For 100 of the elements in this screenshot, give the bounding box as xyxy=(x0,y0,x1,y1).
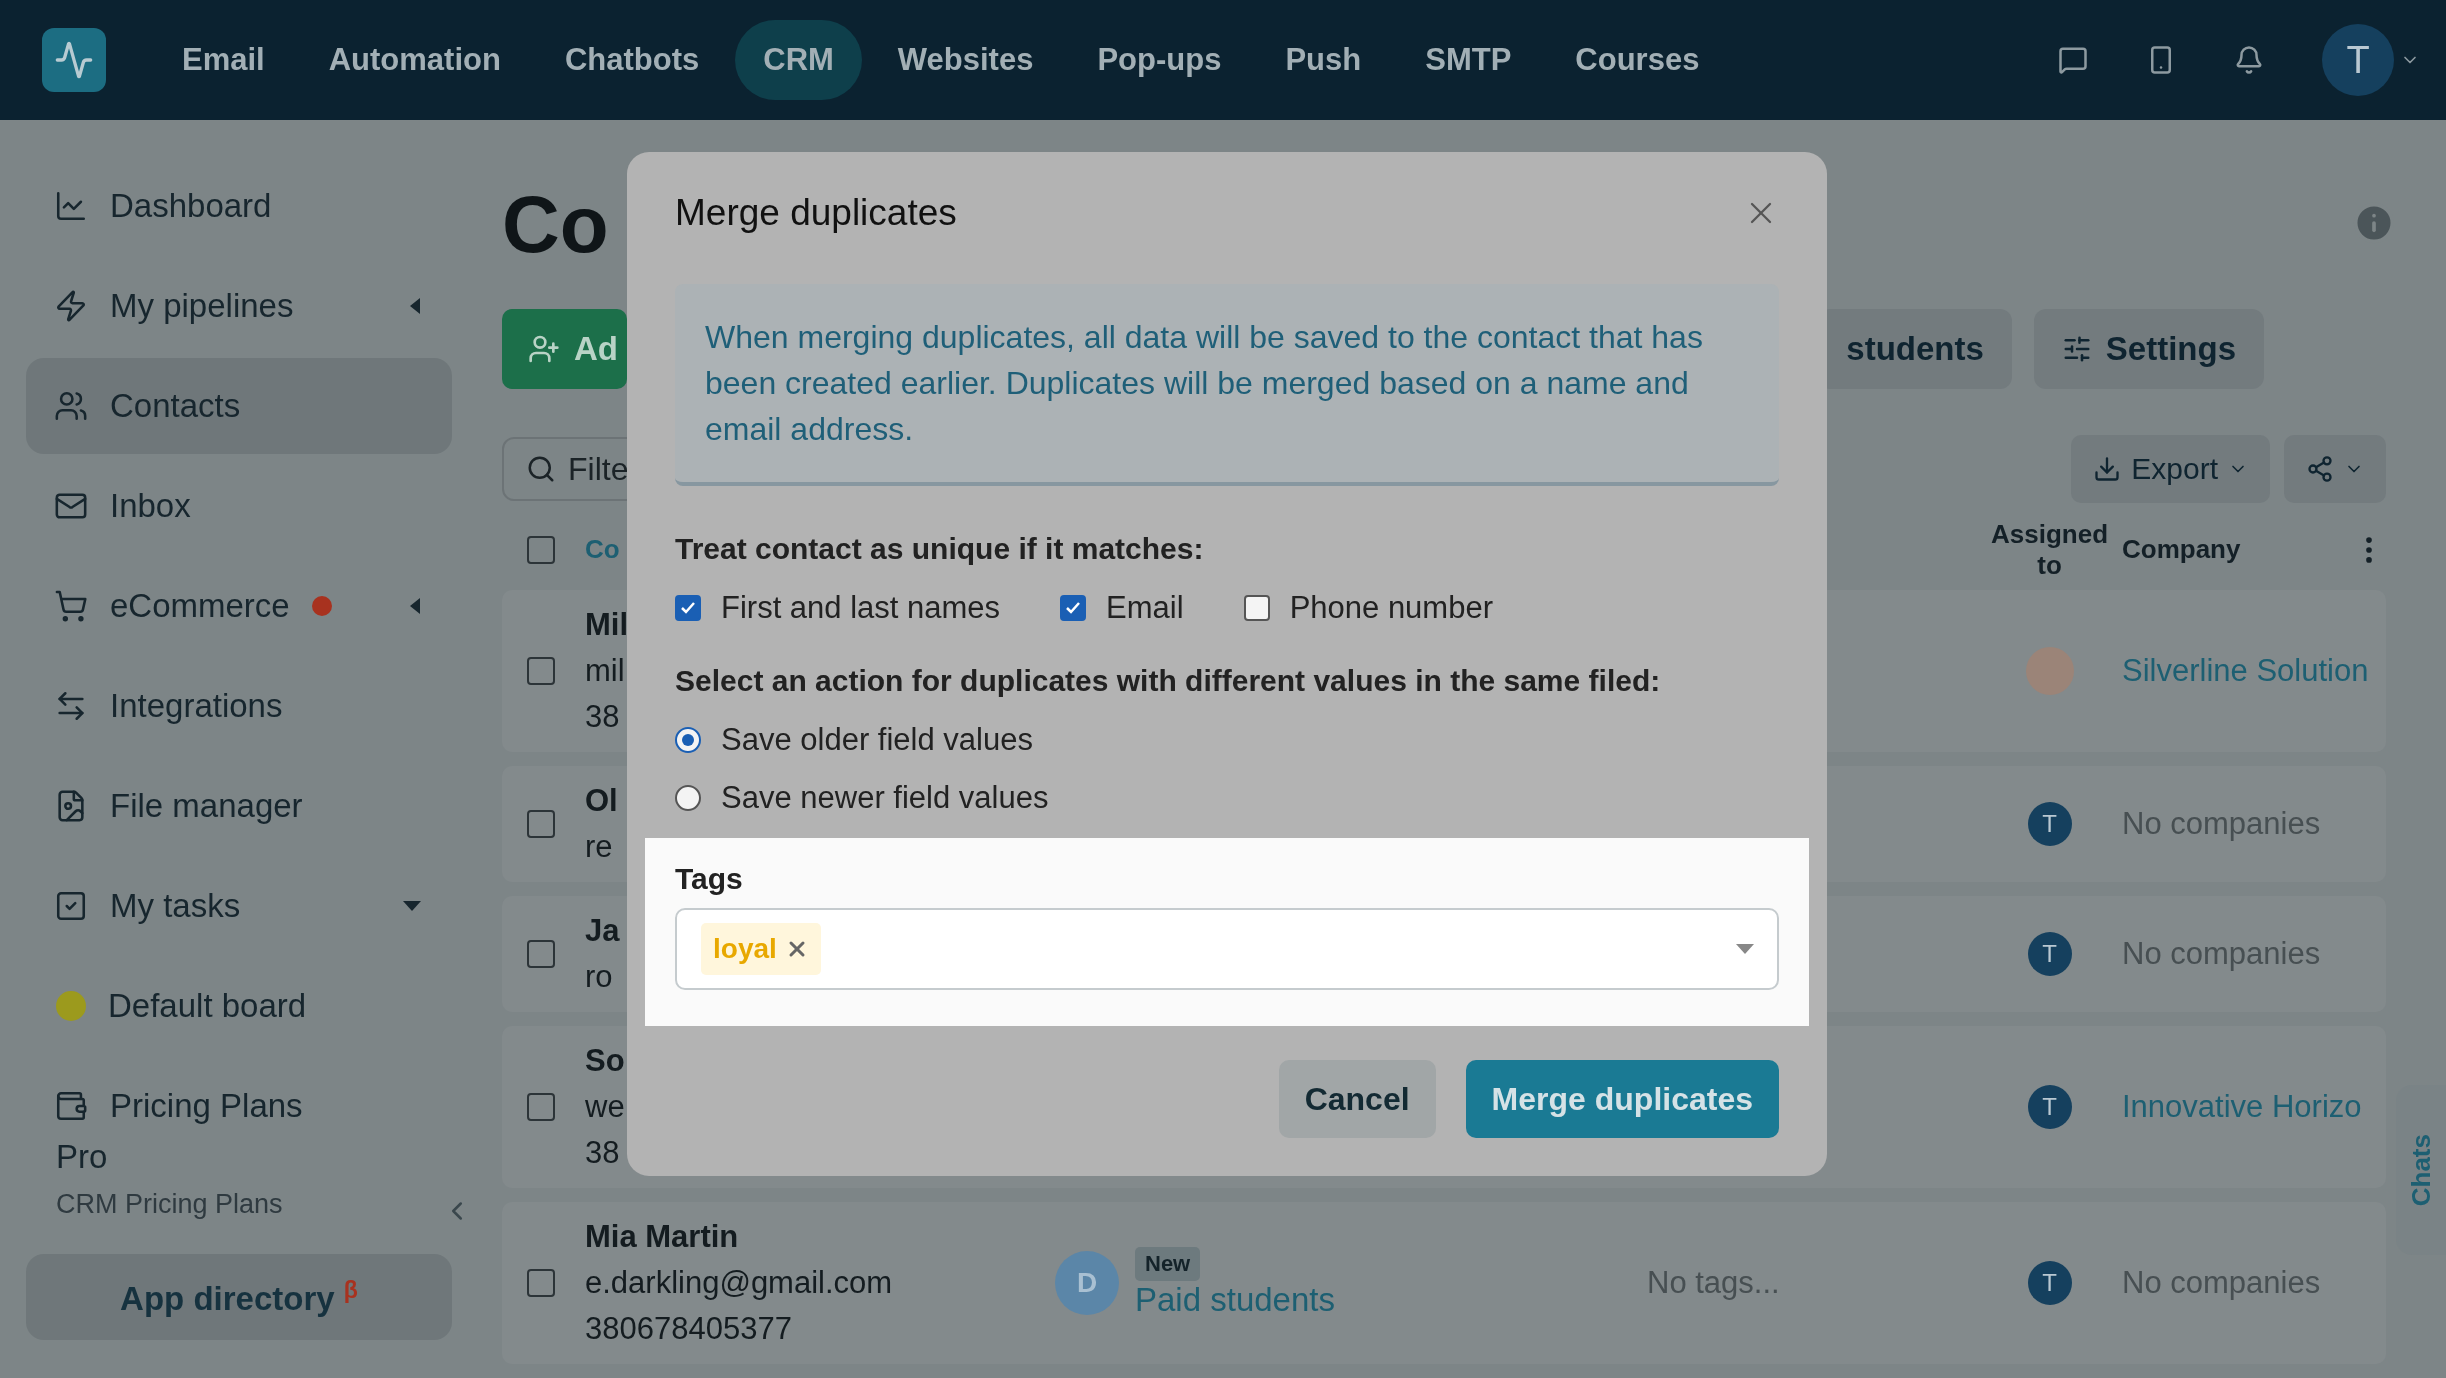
assignee-avatar: T xyxy=(2027,1261,2072,1305)
sidebar-label: Contacts xyxy=(110,387,241,425)
info-message: When merging duplicates, all data will be saved to the contact that has been created earlier. Duplicates will be merged based on a name and email address. xyxy=(675,284,1779,486)
add-contact-button[interactable]: Ad xyxy=(502,309,627,390)
company-text: No companies xyxy=(2122,806,2321,841)
sidebar-item[interactable]: My pipelines xyxy=(26,258,452,354)
logo-icon[interactable] xyxy=(42,28,106,92)
sidebar-label: Dashboard xyxy=(110,187,272,225)
nav-tab[interactable]: Courses xyxy=(1547,20,1728,100)
column-header[interactable]: Assigned to xyxy=(1977,518,2122,581)
check-icon xyxy=(680,600,696,616)
dropdown-caret-icon[interactable] xyxy=(1735,943,1755,955)
sidebar-item[interactable]: File manager xyxy=(26,758,452,854)
lightning-icon xyxy=(54,289,88,323)
sidebar-item[interactable]: Inbox xyxy=(26,458,452,554)
field-label: Tags xyxy=(675,862,744,896)
merge-button[interactable]: Merge duplicates xyxy=(1465,1060,1779,1138)
checkbox[interactable] xyxy=(1060,595,1087,621)
share-button[interactable] xyxy=(2284,435,2386,504)
task-check-icon xyxy=(54,889,88,923)
row-checkbox[interactable] xyxy=(527,657,555,685)
plan-subtitle: CRM Pricing Plans xyxy=(55,1188,283,1220)
nav-tab[interactable]: Pop-ups xyxy=(1069,20,1250,100)
sidebar-label: My tasks xyxy=(110,887,241,925)
chart-icon xyxy=(54,189,88,223)
assignee-avatar: T xyxy=(2027,932,2072,976)
row-checkbox[interactable] xyxy=(527,1093,555,1121)
column-header[interactable]: Company xyxy=(2122,534,2241,566)
checkbox[interactable] xyxy=(1243,595,1270,621)
sidebar-item[interactable]: Contacts xyxy=(26,358,452,454)
sidebar-item[interactable]: eCommerce xyxy=(26,558,452,654)
caret-icon[interactable] xyxy=(408,297,422,315)
contact-text: re xyxy=(585,828,613,866)
tags-text: No tags... xyxy=(1647,1265,1780,1300)
user-avatar[interactable]: T xyxy=(2322,24,2394,96)
contact-text: 38 xyxy=(585,1134,620,1172)
contact-text: 380678405377 xyxy=(585,1310,792,1348)
sidebar-item[interactable]: Default board xyxy=(26,958,452,1054)
nav-tab[interactable]: Email xyxy=(154,20,293,100)
cart-icon xyxy=(54,589,88,623)
nav-tab[interactable]: Push xyxy=(1257,20,1390,100)
caret-icon[interactable] xyxy=(408,597,422,615)
contact-text: mil xyxy=(585,652,625,690)
radio-label: Save older field values xyxy=(721,722,1033,758)
sidebar-item[interactable]: My tasks xyxy=(26,858,452,954)
nav-tab[interactable]: SMTP xyxy=(1397,20,1540,100)
contact-row[interactable]: Mia Martin e.darkling@gmail.com 380678405377 D New Paid students No tags... T No companies xyxy=(502,1202,2386,1364)
radio-label: Save newer field values xyxy=(721,780,1049,816)
page-title: Co xyxy=(502,178,609,271)
plan-name: Pro xyxy=(55,1138,109,1176)
check-icon xyxy=(1065,600,1082,616)
contact-text: 38 xyxy=(585,698,620,736)
company-text: No companies xyxy=(2122,936,2321,971)
contact-text: e.darkling@gmail.com xyxy=(585,1264,893,1302)
sidebar-label: My pipelines xyxy=(110,287,294,325)
checkbox-label: Phone number xyxy=(1289,590,1493,626)
row-checkbox[interactable] xyxy=(527,1269,555,1297)
nav-tab[interactable]: CRM xyxy=(735,20,862,100)
nodes-icon xyxy=(2306,455,2334,484)
sidebar-label: Default board xyxy=(108,987,307,1025)
select-all-checkbox[interactable] xyxy=(527,535,555,564)
app-directory-button[interactable]: App directory $^{β}$ xyxy=(26,1254,452,1340)
toolbar-button[interactable]: Settings xyxy=(2033,309,2264,390)
contact-text: Ol xyxy=(585,782,618,820)
assignee-avatar: T xyxy=(2027,1085,2072,1129)
wallet-icon xyxy=(54,1089,88,1123)
nav-tab[interactable]: Websites xyxy=(869,20,1062,100)
search-icon xyxy=(526,454,556,485)
radio-button[interactable] xyxy=(675,785,701,811)
sidebar-item[interactable]: Dashboard xyxy=(26,158,452,254)
board-dot-icon xyxy=(56,991,86,1021)
contact-text: ro xyxy=(585,958,613,996)
nav-tab[interactable]: Chatbots xyxy=(536,20,728,100)
row-checkbox[interactable] xyxy=(527,940,555,968)
export-button[interactable]: Export xyxy=(2071,435,2270,504)
contact-text: we xyxy=(585,1088,625,1126)
assignee-avatar xyxy=(2025,647,2074,695)
section-label: Select an action for duplicates with different values in the same filed: xyxy=(675,664,1662,698)
export-icon xyxy=(2093,455,2122,484)
sidebar-item[interactable]: Integrations xyxy=(26,658,452,754)
radio-button[interactable] xyxy=(675,727,701,753)
notification-dot xyxy=(311,596,332,616)
company-text: No companies xyxy=(2122,1265,2321,1300)
sidebar-label: Inbox xyxy=(110,487,191,525)
chat-icon[interactable] xyxy=(2058,45,2088,75)
sidebar-label: File manager xyxy=(110,787,303,825)
checkbox-label: Email xyxy=(1106,590,1184,626)
checkbox[interactable] xyxy=(675,595,701,621)
cancel-button[interactable]: Cancel xyxy=(1278,1060,1436,1138)
caret-icon[interactable] xyxy=(402,900,422,912)
deal-avatar: D xyxy=(1055,1251,1119,1315)
dialog-title: Merge duplicates xyxy=(675,192,957,234)
row-checkbox[interactable] xyxy=(527,810,555,838)
contact-text: Mil xyxy=(585,606,629,644)
bell-icon[interactable] xyxy=(2234,45,2264,75)
nav-tab[interactable]: Automation xyxy=(300,20,529,100)
sidebar-label: Pricing Plans xyxy=(110,1087,303,1125)
people-icon xyxy=(54,389,88,423)
section-label: Treat contact as unique if it matches: xyxy=(675,532,1205,566)
sidebar-label: Integrations xyxy=(110,687,283,725)
